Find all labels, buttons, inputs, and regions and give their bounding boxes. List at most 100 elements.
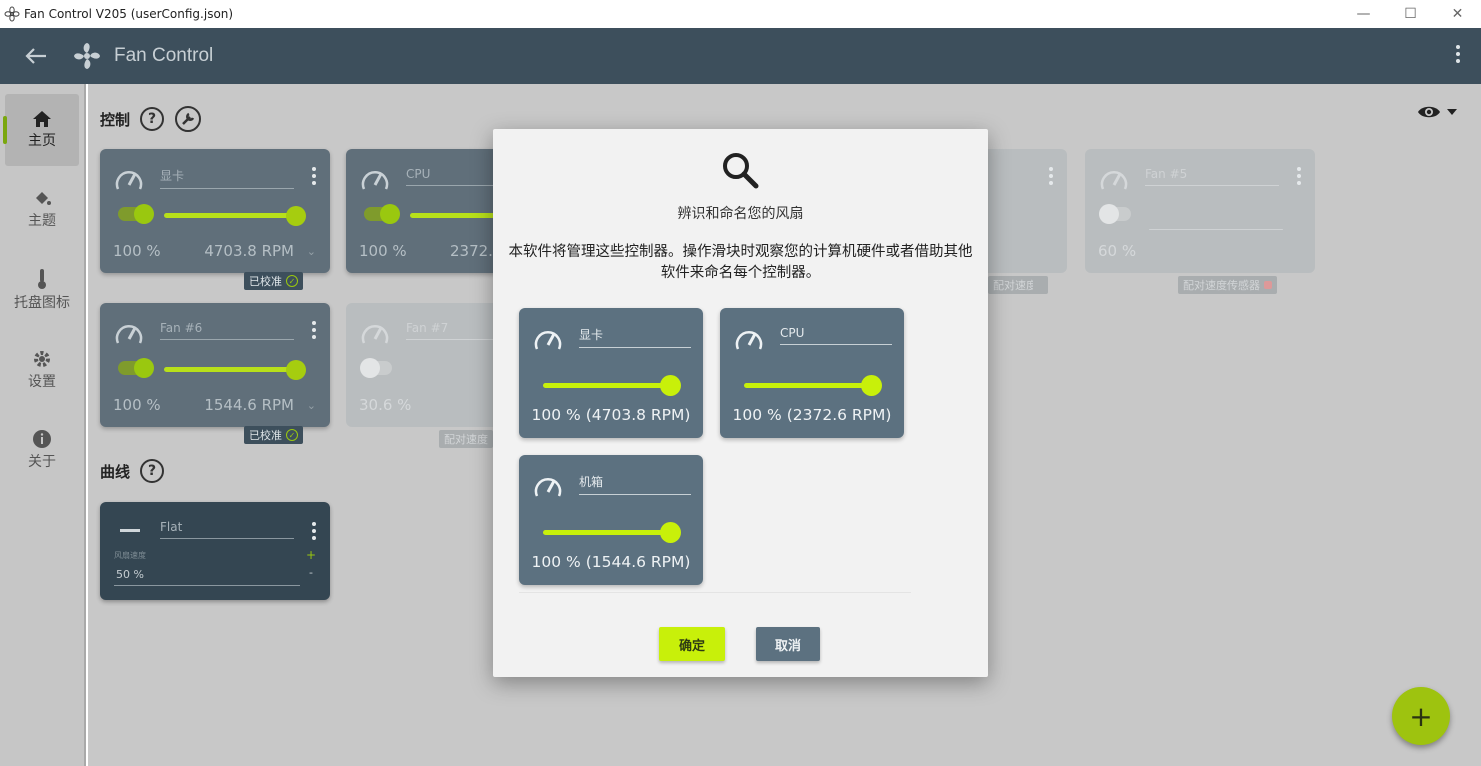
control-card[interactable]: Fan #5 60 % — [1085, 149, 1315, 273]
control-card[interactable]: 显卡 100 % 4703.8 RPM ⌄ — [100, 149, 330, 273]
more-vert-icon[interactable] — [1049, 167, 1053, 188]
speed-slider[interactable] — [744, 375, 882, 396]
speedometer-icon — [534, 331, 562, 350]
warning-dot-icon — [1264, 281, 1272, 289]
app-bar: Fan Control — [0, 28, 1481, 84]
speedometer-icon — [361, 325, 389, 344]
check-circle-icon: ✓ — [286, 429, 298, 441]
eye-icon — [1418, 106, 1440, 118]
help-icon[interactable]: ? — [140, 107, 165, 131]
badge-label: 已校准 — [249, 275, 282, 288]
home-icon — [33, 111, 51, 127]
speedometer-icon — [735, 331, 763, 350]
slider-thumb[interactable] — [861, 375, 882, 396]
speed-slider[interactable] — [543, 522, 681, 543]
badge-label: 配对速度传感器 — [1183, 279, 1260, 292]
control-name[interactable]: Fan #6 — [160, 321, 294, 340]
fan-name-input[interactable]: 显卡 — [579, 326, 691, 348]
section-title: 曲线 — [100, 462, 131, 481]
dialog-divider — [519, 592, 911, 593]
speed-sensor-badge: 配对速度传感器 — [988, 276, 1048, 294]
speedometer-icon — [1100, 171, 1128, 190]
speedometer-icon — [361, 171, 389, 190]
slider-thumb[interactable] — [286, 206, 306, 226]
sidebar-item-settings[interactable]: 设置 — [5, 334, 79, 406]
back-arrow-icon — [25, 48, 46, 64]
chevron-down-icon[interactable]: ⌄ — [307, 245, 316, 258]
control-rpm: 1544.6 RPM — [204, 396, 294, 414]
sidebar-item-label: 设置 — [28, 374, 56, 390]
decrease-button[interactable]: - — [309, 566, 313, 579]
more-vert-icon[interactable] — [312, 167, 316, 188]
badge-label: 配对速度 — [444, 433, 488, 446]
maximize-button[interactable]: ☐ — [1387, 0, 1434, 28]
speed-slider[interactable] — [164, 206, 306, 226]
identify-fans-dialog: 辨识和命名您的风扇 本软件将管理这些控制器。操作滑块时观察您的计算机硬件或者借助… — [493, 129, 988, 677]
calibrated-badge: 已校准 ✓ — [244, 272, 303, 290]
badge-label: 已校准 — [249, 429, 282, 442]
sidebar-item-tray-icon[interactable]: 托盘图标 — [5, 254, 79, 326]
paint-bucket-icon — [36, 192, 51, 205]
sidebar-item-about[interactable]: 关于 — [5, 414, 79, 486]
speed-slider[interactable] — [164, 360, 306, 380]
help-icon[interactable]: ? — [140, 459, 165, 483]
curve-value-field[interactable]: 50 % — [114, 568, 300, 586]
control-name[interactable]: 显卡 — [160, 167, 294, 189]
sidebar-item-home[interactable]: 主页 — [3, 94, 79, 166]
control-percent: 30.6 % — [359, 396, 412, 414]
increase-button[interactable]: + — [306, 548, 316, 562]
slider-thumb[interactable] — [660, 375, 681, 396]
fan-reading: 100 % (4703.8 RPM) — [531, 406, 691, 424]
control-name[interactable]: Fan #5 — [1145, 167, 1279, 186]
sidebar-item-label: 主题 — [28, 213, 56, 229]
slider-thumb[interactable] — [660, 522, 681, 543]
more-vert-icon[interactable] — [312, 522, 316, 543]
fan-name-input[interactable]: CPU — [780, 326, 892, 345]
fan-identify-card: 显卡 100 % (4703.8 RPM) — [519, 308, 703, 438]
more-vert-icon[interactable] — [1455, 44, 1461, 64]
section-title: 控制 — [100, 110, 131, 129]
controls-section-header: 控制 ? — [100, 105, 202, 133]
visibility-menu[interactable] — [1417, 104, 1457, 120]
flat-curve-icon — [120, 529, 140, 532]
slider-thumb[interactable] — [286, 360, 306, 380]
enable-toggle[interactable] — [364, 204, 400, 224]
close-button[interactable]: ✕ — [1434, 0, 1481, 28]
chevron-down-icon — [1447, 109, 1457, 115]
dialog-description: 本软件将管理这些控制器。操作滑块时观察您的计算机硬件或者借助其他软件来命名每个控… — [508, 244, 973, 281]
fan-logo-icon — [4, 6, 20, 22]
control-percent: 60 % — [1098, 242, 1137, 260]
enable-toggle[interactable] — [360, 358, 392, 378]
back-button[interactable] — [0, 28, 72, 84]
confirm-button[interactable]: 确定 — [659, 627, 725, 661]
curves-section-header: 曲线 ? — [100, 459, 165, 483]
more-vert-icon[interactable] — [1297, 167, 1301, 188]
sidebar-item-theme[interactable]: 主题 — [5, 174, 79, 246]
control-percent: 100 % — [113, 396, 161, 414]
chevron-down-icon[interactable]: ⌄ — [307, 399, 316, 412]
speed-slider[interactable] — [1149, 229, 1283, 230]
curve-card[interactable]: Flat 风扇速度 + - 50 % — [100, 502, 330, 600]
control-card[interactable]: Fan #6 100 % 1544.6 RPM ⌄ — [100, 303, 330, 427]
fan-name-input[interactable]: 机箱 — [579, 473, 691, 495]
minimize-button[interactable]: — — [1340, 0, 1387, 28]
window-titlebar: Fan Control V205 (userConfig.json) — ☐ ✕ — [0, 0, 1481, 28]
toggle-knob — [360, 358, 380, 378]
sidebar-item-label: 托盘图标 — [14, 295, 70, 311]
more-vert-icon[interactable] — [312, 321, 316, 342]
window-controls: — ☐ ✕ — [1340, 0, 1481, 28]
add-button[interactable]: + — [1392, 687, 1450, 745]
enable-toggle[interactable] — [118, 358, 154, 378]
enable-toggle[interactable] — [1099, 204, 1131, 224]
curve-name[interactable]: Flat — [160, 520, 294, 539]
cancel-button[interactable]: 取消 — [756, 627, 820, 661]
search-icon — [723, 153, 759, 189]
fan-identify-card: CPU 100 % (2372.6 RPM) — [720, 308, 904, 438]
sidebar-item-label: 主页 — [28, 133, 56, 149]
enable-toggle[interactable] — [118, 204, 154, 224]
app-title: Fan Control — [114, 45, 214, 66]
speed-slider[interactable] — [543, 375, 681, 396]
badge-label: 配对速度传感器 — [993, 279, 1033, 292]
wrench-icon[interactable] — [174, 105, 202, 133]
fan-reading: 100 % (1544.6 RPM) — [531, 553, 691, 571]
